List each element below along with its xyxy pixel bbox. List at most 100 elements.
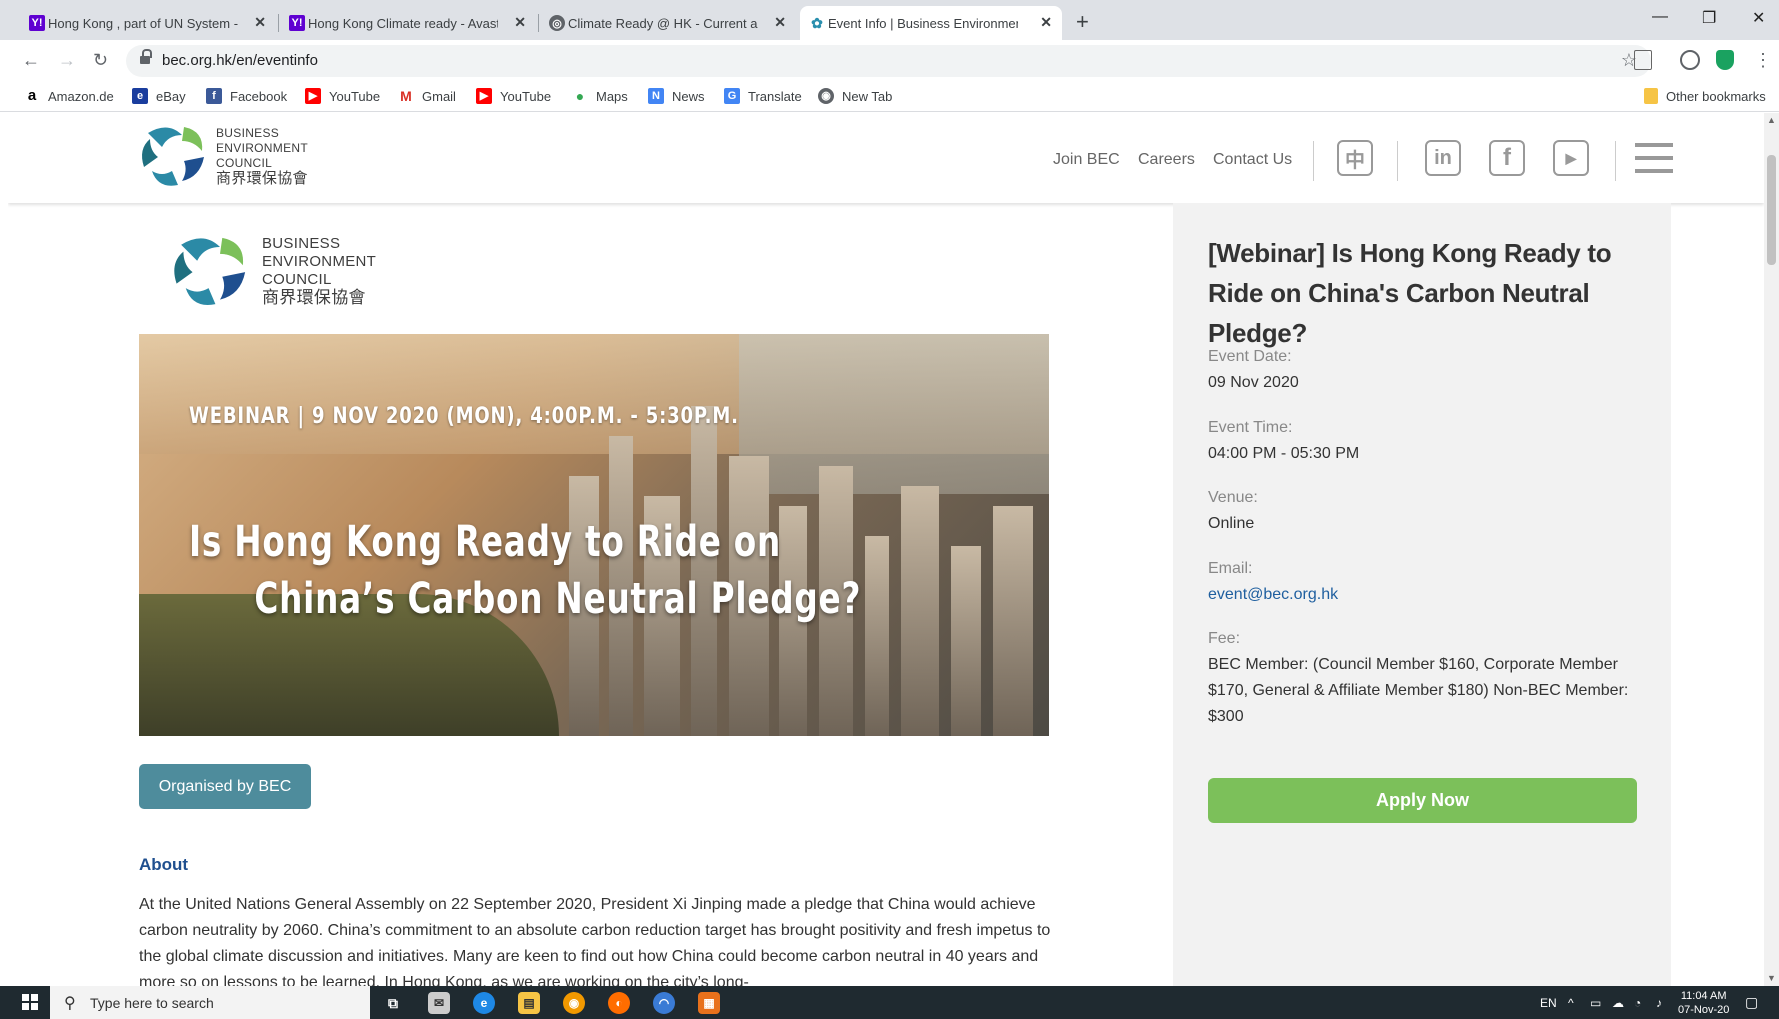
banner-harbour bbox=[739, 334, 1049, 494]
event-time-label: Event Time: bbox=[1208, 419, 1293, 436]
bec-logo-large: BUSINESS ENVIRONMENT COUNCIL 商界環保協會 bbox=[168, 231, 376, 311]
bookmark-item[interactable]: M Gmail bbox=[398, 88, 456, 104]
close-tab-icon[interactable]: ✕ bbox=[254, 14, 266, 31]
banner-title-line1: Is Hong Kong Ready to Ride on bbox=[189, 517, 782, 567]
profile-icon[interactable] bbox=[1680, 50, 1700, 70]
bookmark-label: Translate bbox=[748, 88, 802, 104]
bookmark-item[interactable]: G Translate bbox=[724, 88, 802, 104]
youtube-icon[interactable]: ▶ bbox=[1553, 140, 1589, 176]
minimize-icon[interactable]: — bbox=[1652, 8, 1668, 26]
back-icon[interactable]: ← bbox=[22, 50, 40, 71]
browser-tab-active[interactable]: ✿ Event Info | Business Environmen ✕ bbox=[800, 6, 1062, 40]
translate-icon: G bbox=[724, 88, 740, 104]
bookmarks-bar: a Amazon.de e eBay f Facebook ▶ YouTube M Gma… bbox=[0, 82, 1779, 112]
page-scrollbar[interactable]: ▲ ▼ bbox=[1764, 113, 1779, 986]
nav-contact-us[interactable]: Contact Us bbox=[1213, 151, 1292, 169]
bookmark-item[interactable]: ▶ YouTube bbox=[476, 88, 551, 104]
app-icon[interactable]: ◠ bbox=[653, 992, 675, 1014]
page-viewport: BUSINESS ENVIRONMENT COUNCIL 商界環保協會 Join… bbox=[8, 113, 1764, 986]
banner-building bbox=[951, 546, 981, 736]
event-time-value: 04:00 PM - 05:30 PM bbox=[1208, 445, 1360, 462]
bookmark-item[interactable]: ● Maps bbox=[572, 88, 628, 104]
email-label: Email: bbox=[1208, 560, 1253, 577]
about-paragraph: At the United Nations General Assembly o… bbox=[139, 896, 1051, 986]
bookmark-label: Gmail bbox=[422, 88, 456, 104]
email-link[interactable]: event@bec.org.hk bbox=[1208, 582, 1638, 608]
browser-tab[interactable]: Y! Hong Kong Climate ready - Avast ✕ bbox=[280, 6, 536, 40]
restore-icon[interactable]: ❐ bbox=[1702, 8, 1716, 28]
apply-now-button[interactable]: Apply Now bbox=[1208, 778, 1637, 823]
close-tab-icon[interactable]: ✕ bbox=[514, 14, 526, 31]
nav-careers[interactable]: Careers bbox=[1138, 151, 1195, 169]
address-bar-row: ← → ↻ bec.org.hk/en/eventinfo ☆ ⋮ bbox=[0, 40, 1779, 82]
notifications-icon[interactable]: ▢ bbox=[1745, 994, 1758, 1011]
tray-chevron-icon[interactable]: ^ bbox=[1568, 996, 1574, 1010]
firefox-icon[interactable]: ◐ bbox=[608, 992, 630, 1014]
file-explorer-icon[interactable]: ▤ bbox=[518, 992, 540, 1014]
chrome-icon: ◉ bbox=[818, 88, 834, 104]
logo-line: COUNCIL bbox=[216, 156, 273, 170]
bec-logo[interactable]: BUSINESS ENVIRONMENT COUNCIL 商界環保協會 bbox=[138, 121, 308, 191]
system-clock[interactable]: 11:04 AM 07-Nov-20 bbox=[1678, 989, 1729, 1017]
bookmark-item[interactable]: ▶ YouTube bbox=[305, 88, 380, 104]
mail-icon[interactable]: ✉ bbox=[428, 992, 450, 1014]
bookmark-item[interactable]: a Amazon.de bbox=[24, 88, 114, 104]
new-tab-icon[interactable]: + bbox=[1076, 9, 1089, 35]
window-close-icon[interactable]: ✕ bbox=[1752, 8, 1765, 28]
lock-icon bbox=[140, 49, 152, 66]
battery-icon[interactable]: ▭ bbox=[1590, 996, 1601, 1010]
close-tab-icon[interactable]: ✕ bbox=[774, 14, 786, 31]
maps-icon: ● bbox=[575, 88, 585, 104]
logo-chinese: 商界環保協會 bbox=[216, 170, 308, 187]
hamburger-menu-icon[interactable] bbox=[1635, 143, 1673, 177]
event-banner-image: WEBINAR | 9 NOV 2020 (MON), 4:00P.M. - 5… bbox=[139, 334, 1049, 736]
taskbar-search-box[interactable]: ⚲ Type here to search bbox=[50, 986, 370, 1019]
language-indicator[interactable]: EN bbox=[1540, 996, 1557, 1010]
volume-icon[interactable]: ♪ bbox=[1656, 996, 1662, 1010]
amazon-icon: a bbox=[27, 87, 37, 104]
url-text[interactable]: bec.org.hk/en/eventinfo bbox=[162, 52, 318, 69]
edge-icon[interactable]: e bbox=[473, 992, 495, 1014]
bookmark-label: Amazon.de bbox=[48, 88, 114, 104]
youtube-icon: ▶ bbox=[476, 88, 492, 104]
nav-join-bec[interactable]: Join BEC bbox=[1053, 151, 1120, 169]
reload-icon[interactable]: ↻ bbox=[93, 50, 108, 71]
wifi-icon[interactable]: ◔ bbox=[1634, 996, 1641, 1010]
menu-dots-icon[interactable]: ⋮ bbox=[1754, 50, 1772, 71]
onedrive-icon[interactable]: ☁ bbox=[1612, 996, 1624, 1010]
bookmark-item[interactable]: e eBay bbox=[132, 88, 186, 104]
scroll-down-icon[interactable]: ▼ bbox=[1767, 973, 1776, 983]
yahoo-icon: Y! bbox=[289, 15, 305, 31]
omnibox[interactable]: bec.org.hk/en/eventinfo ☆ bbox=[126, 45, 1651, 77]
task-view-icon[interactable]: ⧉ bbox=[382, 992, 404, 1014]
close-tab-icon[interactable]: ✕ bbox=[1040, 14, 1052, 31]
bookmark-item[interactable]: f Facebook bbox=[206, 88, 287, 104]
chinese-language-icon[interactable]: 中 bbox=[1337, 140, 1373, 176]
organised-by-button[interactable]: Organised by BEC bbox=[139, 764, 311, 809]
bec-logo-mark-icon bbox=[142, 127, 204, 186]
scroll-up-icon[interactable]: ▲ bbox=[1767, 115, 1776, 125]
yahoo-icon: Y! bbox=[29, 15, 45, 31]
logo-line: ENVIRONMENT bbox=[216, 141, 308, 155]
other-bookmarks[interactable]: Other bookmarks bbox=[1644, 88, 1766, 104]
chrome-icon[interactable]: ◉ bbox=[563, 992, 585, 1014]
browser-tab[interactable]: ◎ Climate Ready @ HK - Current an ✕ bbox=[540, 6, 796, 40]
document-icon[interactable]: ▦ bbox=[698, 992, 720, 1014]
bookmark-item[interactable]: N News bbox=[648, 88, 705, 104]
forward-icon[interactable]: → bbox=[58, 50, 76, 71]
facebook-icon[interactable]: f bbox=[1489, 140, 1525, 176]
extension-page-icon[interactable] bbox=[1634, 50, 1652, 70]
banner-subtitle: WEBINAR | 9 NOV 2020 (MON), 4:00P.M. - 5… bbox=[189, 404, 739, 429]
linkedin-icon[interactable]: in bbox=[1425, 140, 1461, 176]
fee-label: Fee: bbox=[1208, 630, 1241, 647]
shield-extension-icon[interactable] bbox=[1716, 50, 1734, 70]
windows-start-icon[interactable] bbox=[22, 994, 38, 1010]
logo-line: ENVIRONMENT bbox=[262, 253, 377, 270]
folder-icon bbox=[1644, 88, 1658, 104]
browser-tab[interactable]: Y! Hong Kong , part of UN System - ✕ bbox=[20, 6, 276, 40]
scroll-thumb[interactable] bbox=[1767, 155, 1776, 265]
tab-separator bbox=[278, 14, 279, 32]
bookmark-label: New Tab bbox=[842, 88, 893, 104]
bookmark-item[interactable]: ◉ New Tab bbox=[818, 88, 892, 104]
event-date-value: 09 Nov 2020 bbox=[1208, 374, 1299, 391]
